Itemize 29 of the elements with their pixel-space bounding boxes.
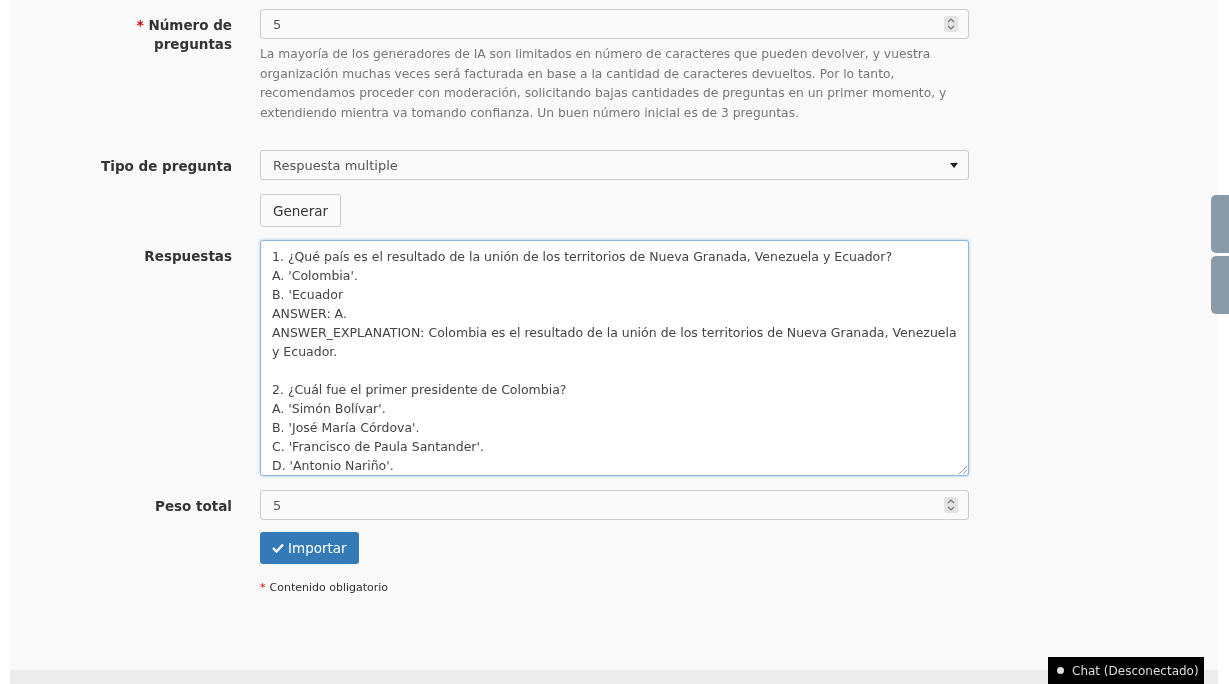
required-mark: * bbox=[260, 581, 266, 594]
text-line: ANSWER_EXPLANATION: Colombia es el resultado de la unión de los territorios de Nueva Granada, Venezuela y Ecuador. bbox=[272, 324, 957, 361]
spinner-icon[interactable] bbox=[944, 497, 958, 513]
text-line: ANSWER: A. bbox=[272, 305, 348, 323]
select-field[interactable]: Respuesta multiple bbox=[260, 150, 969, 180]
check-icon bbox=[272, 543, 284, 553]
field-label: Respuestas bbox=[144, 247, 232, 266]
answers-textarea[interactable] bbox=[260, 240, 969, 476]
resize-grip-icon[interactable] bbox=[959, 466, 967, 474]
field-label: Tipo de pregunta bbox=[101, 157, 232, 176]
text-line: C. 'Francisco de Paula Santander'. bbox=[272, 438, 485, 456]
text-line: B. 'Ecuador bbox=[272, 286, 345, 304]
help-text: La mayoría de los generadores de IA son limitados en número de caracteres que pueden devolver, y vuestra organización muchas veces será facturada en base a la cantidad de caracteres devueltos. Por lo tanto, recomendamos proceder con moderación, solicitando bajas cantidades de preguntas en un primer momento, y extendiendo mientra va tomando confianza. Un buen número inicial es de 3 preguntas. bbox=[260, 46, 948, 122]
text-line: A. 'Colombia'. bbox=[272, 267, 359, 285]
spinner-icon[interactable] bbox=[944, 16, 958, 32]
required-note: Contenido obligatorio bbox=[269, 581, 389, 594]
number-field[interactable]: 5 bbox=[260, 490, 969, 520]
text-line: D. 'Antonio Nariño'. bbox=[272, 457, 395, 475]
caret-icon bbox=[950, 162, 958, 168]
text-line: 1. ¿Qué país es el resultado de la unión de los territorios de Nueva Granada, Venezuela y Ecuador? bbox=[272, 248, 894, 266]
text-line: 2. ¿Cuál fue el primer presidente de Colombia? bbox=[272, 381, 568, 399]
import-button[interactable]: Importar bbox=[260, 532, 359, 564]
field-label: * Número de preguntas bbox=[135, 16, 232, 54]
text-line: A. 'Simón Bolívar'. bbox=[272, 400, 387, 418]
text-line: B. 'José María Córdova'. bbox=[272, 419, 421, 437]
generate-button[interactable]: Generar bbox=[260, 194, 341, 227]
number-field[interactable]: 5 bbox=[260, 9, 969, 39]
chat-bar[interactable]: Chat (Desconectado) bbox=[1048, 657, 1204, 684]
field-label: Peso total bbox=[155, 497, 232, 516]
